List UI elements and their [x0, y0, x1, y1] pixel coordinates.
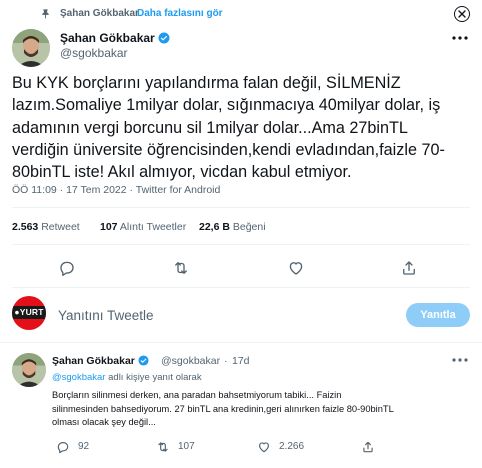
pinned-by-name[interactable]: Şahan Gökbakar — [60, 8, 139, 19]
reply-count: 92 — [78, 441, 90, 452]
retweets-label: Retweet — [41, 221, 80, 233]
replying-to-mention[interactable]: @sgokbakar — [52, 372, 105, 383]
tweet-text-line: adamının vergi borcunu sil 1milyar dolar… — [12, 118, 408, 137]
retweets-stat[interactable]: 2.563 Retweet — [12, 221, 80, 233]
author-avatar[interactable] — [12, 29, 50, 67]
pin-icon — [42, 9, 49, 19]
likes-count: 22,6 B — [199, 221, 230, 233]
reply-input[interactable]: Yanıtını Tweetle — [58, 308, 154, 323]
like-icon[interactable] — [287, 259, 305, 277]
verified-badge-icon — [158, 32, 170, 44]
see-more-link[interactable]: Daha fazlasını gör — [137, 8, 223, 19]
verified-badge-icon — [138, 355, 149, 366]
current-user-avatar[interactable]: ●YURT — [12, 296, 46, 330]
retweet-icon[interactable] — [172, 259, 190, 277]
quotes-label: Alıntı Tweetler — [119, 221, 187, 233]
reply-author-avatar[interactable] — [12, 353, 46, 387]
reply-timestamp[interactable]: 17d — [232, 355, 250, 367]
tweet-text-line: 80binTL iste! Akıl almıyor, vicdan kabul… — [12, 163, 352, 182]
like-count: 2.266 — [279, 441, 305, 452]
retweets-count: 2.563 — [12, 221, 39, 233]
share-icon[interactable] — [400, 259, 418, 277]
divider — [12, 207, 470, 208]
retweet-count: 107 — [178, 441, 195, 452]
replying-to: @sgokbakar adlı kişiye yanıt olarak — [52, 372, 202, 383]
author-name-text[interactable]: Şahan Gökbakar — [60, 31, 155, 45]
separator-dot: · — [224, 355, 228, 367]
divider — [0, 342, 482, 343]
divider — [12, 287, 470, 288]
more-options-icon[interactable] — [452, 358, 468, 362]
reply-icon[interactable] — [58, 259, 76, 277]
more-options-icon[interactable] — [452, 36, 468, 40]
reply-button[interactable]: Yanıtla — [406, 303, 470, 327]
close-button[interactable] — [454, 6, 470, 22]
replying-to-suffix: adlı kişiye yanıt olarak — [105, 372, 202, 383]
author-handle[interactable]: @sgokbakar — [60, 46, 128, 60]
tweet-timestamp[interactable]: ÖÖ 11:09 · 17 Tem 2022 · Twitter for And… — [12, 184, 220, 196]
reply-text-line: Borçların silinmesi derken, ana paradan … — [52, 390, 342, 400]
top-bar: Şahan Gökbakar Daha fazlasını gör — [0, 0, 482, 28]
tweet-text-line: verdiğin üniversite öğrencisinden,kendi … — [12, 140, 445, 159]
likes-label: Beğeni — [232, 221, 266, 233]
reply-author-name[interactable]: Şahan Gökbakar — [52, 355, 149, 367]
author-name[interactable]: Şahan Gökbakar — [60, 31, 170, 45]
divider — [12, 244, 470, 245]
reply-tweet-text: Borçların silinmesi derken, ana paradan … — [52, 389, 472, 430]
reply-text-line: silinmesinden bahsediyorum. 27 binTL ana… — [52, 403, 394, 414]
likes-stat[interactable]: 22,6 B Beğeni — [199, 221, 266, 233]
reply-text-line: olması olacak şey değil... — [52, 417, 156, 427]
close-icon — [458, 10, 466, 18]
share-icon — [363, 441, 373, 453]
reply-icon — [57, 442, 69, 454]
person-photo-icon — [12, 29, 50, 67]
yurt-logo-text: ●YURT — [14, 307, 44, 317]
reply-author-handle[interactable]: @sgokbakar — [161, 355, 220, 367]
retweet-icon — [158, 442, 168, 452]
tweet-text-line: Bu KYK borçlarını yapılandırma falan değ… — [12, 74, 401, 92]
reply-author-name-text[interactable]: Şahan Gökbakar — [52, 355, 135, 367]
tweet-text-line: lazım.Somaliye 1milyar dolar, sığınmacıy… — [12, 96, 441, 115]
tweet-text: Bu KYK borçlarını yapılandırma falan değ… — [12, 72, 472, 183]
quotes-count: 107 — [100, 221, 118, 233]
like-icon — [259, 442, 269, 453]
person-photo-icon — [12, 353, 46, 387]
quotes-stat[interactable]: 107 Alıntı Tweetler — [100, 221, 186, 233]
